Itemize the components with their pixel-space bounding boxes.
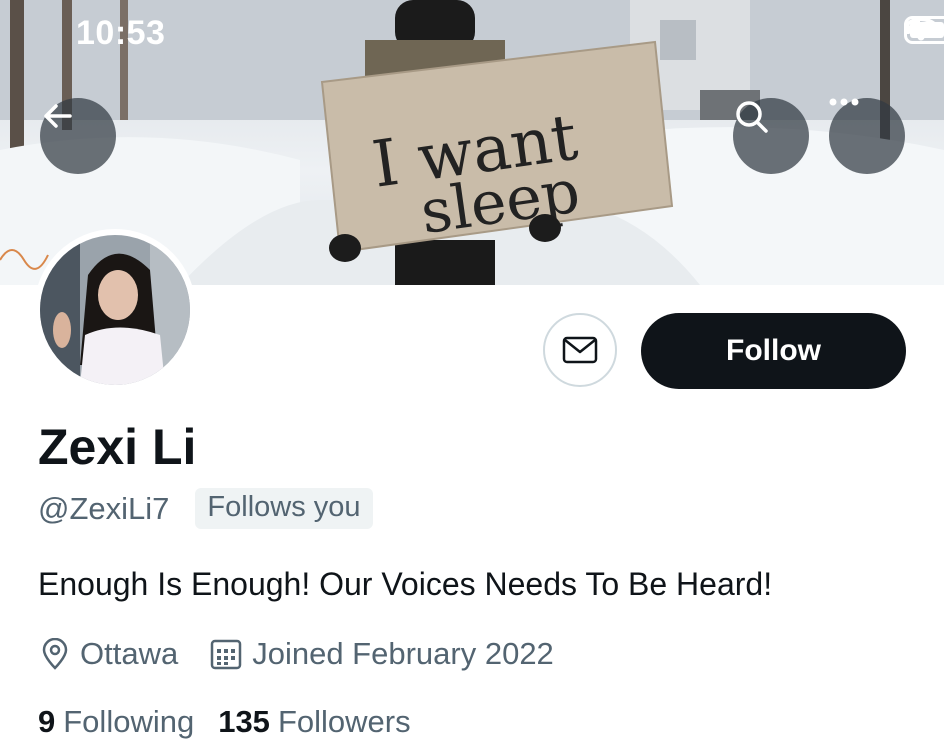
followers-link[interactable]: 135 Followers bbox=[218, 704, 410, 740]
joined-text: Joined February 2022 bbox=[252, 636, 554, 671]
location-pin-icon bbox=[42, 638, 68, 670]
envelope-icon bbox=[562, 336, 598, 364]
status-bar: 10:53 bbox=[0, 0, 944, 64]
avatar-photo bbox=[40, 235, 190, 385]
status-time: 10:53 bbox=[76, 14, 166, 52]
followers-count: 135 bbox=[218, 704, 270, 739]
user-handle: @ZexiLi7 bbox=[38, 490, 170, 526]
arrow-left-icon bbox=[44, 104, 72, 128]
calendar-icon bbox=[210, 639, 242, 670]
joined-item: Joined February 2022 bbox=[210, 636, 554, 672]
display-name: Zexi Li bbox=[38, 419, 197, 475]
follows-you-badge: Follows you bbox=[195, 488, 373, 529]
message-button[interactable] bbox=[543, 313, 617, 387]
search-button[interactable] bbox=[733, 98, 809, 174]
search-icon bbox=[736, 101, 768, 133]
location-item: Ottawa bbox=[40, 636, 178, 672]
more-button[interactable] bbox=[829, 98, 905, 174]
following-label: Following bbox=[63, 704, 195, 739]
followers-label: Followers bbox=[277, 704, 411, 739]
profile-meta: Ottawa Joined February 2022 bbox=[40, 636, 554, 672]
following-link[interactable]: 9 Following bbox=[38, 704, 194, 740]
profile-bio: Enough Is Enough! Our Voices Needs To Be… bbox=[38, 566, 773, 602]
follow-stats: 9 Following 135 Followers bbox=[38, 704, 411, 740]
handle-row: @ZexiLi7 Follows you bbox=[38, 488, 373, 529]
location-text: Ottawa bbox=[80, 636, 179, 671]
following-count: 9 bbox=[38, 704, 56, 739]
more-horizontal-icon bbox=[829, 98, 859, 106]
follow-button[interactable]: Follow bbox=[641, 313, 906, 389]
profile-avatar[interactable] bbox=[34, 229, 196, 391]
battery-icon bbox=[904, 16, 944, 44]
back-button[interactable] bbox=[40, 98, 116, 174]
